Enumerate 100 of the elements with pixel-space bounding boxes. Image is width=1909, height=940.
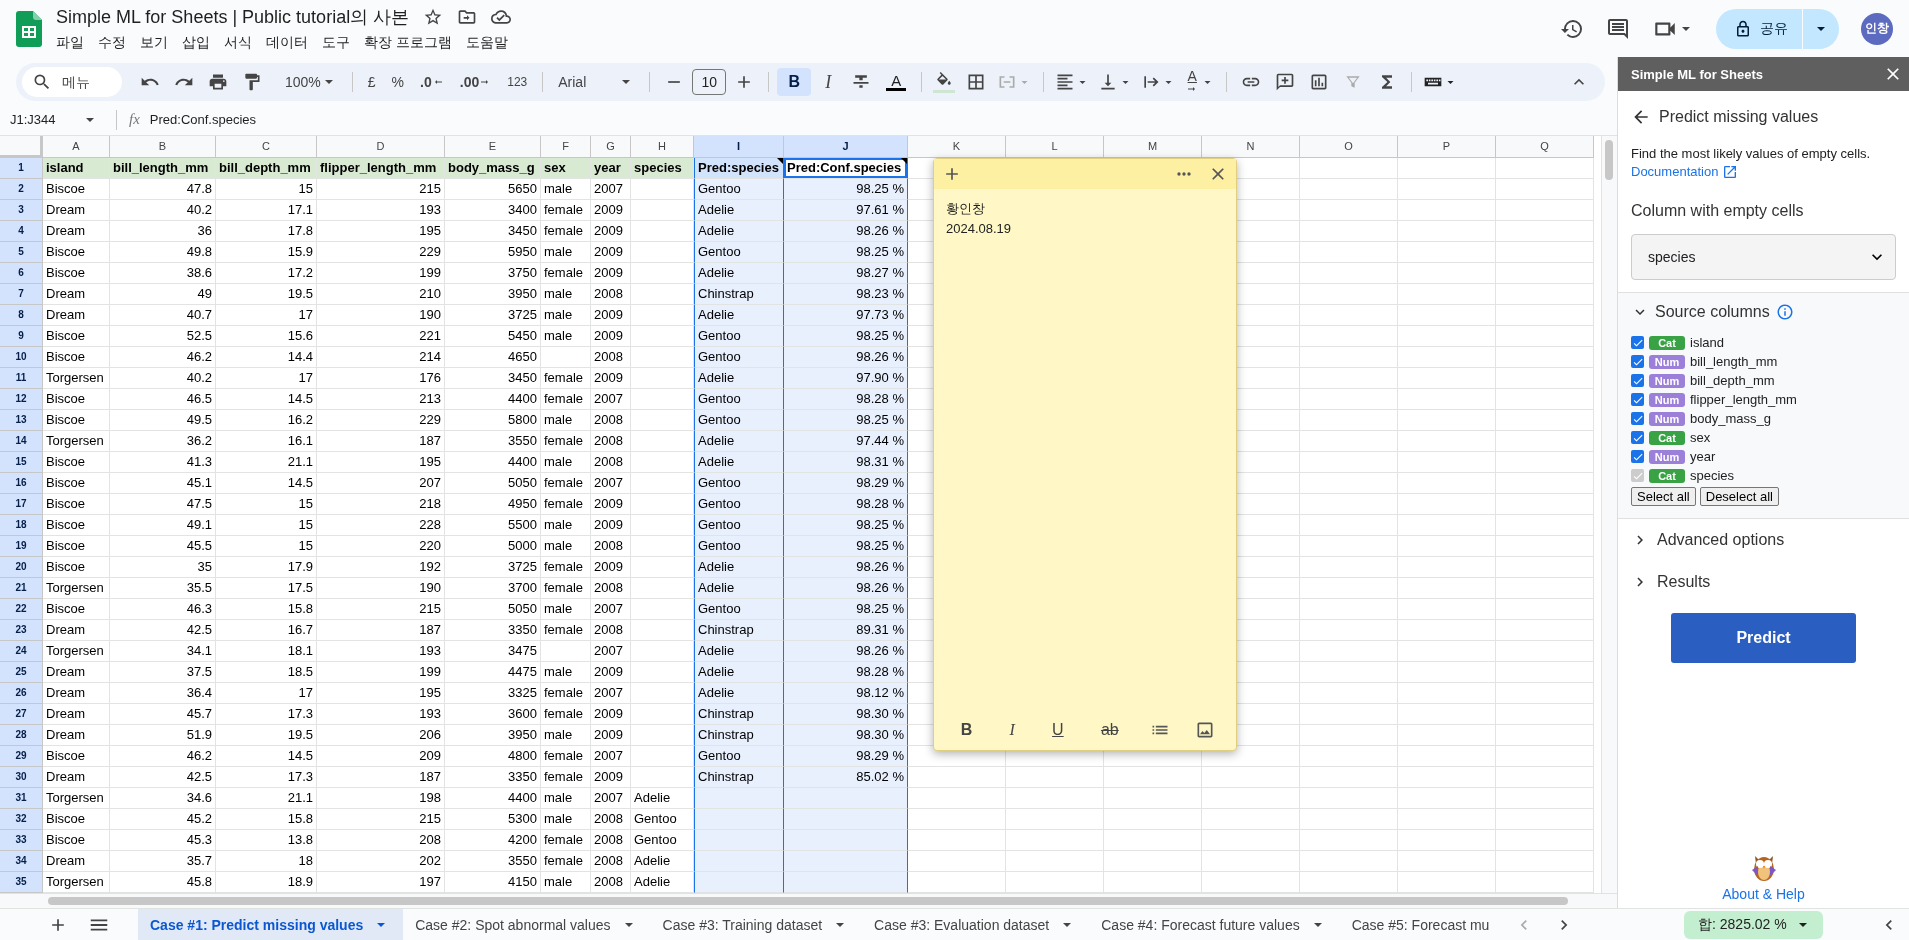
table-cell[interactable]: 3550 [445,851,541,872]
table-cell[interactable]: 98.27 % [784,263,908,284]
table-cell[interactable]: 2008 [591,410,631,431]
table-cell[interactable]: Biscoe [43,515,110,536]
table-cell[interactable]: male [541,410,591,431]
text-rotation-button[interactable]: A [1184,67,1201,97]
table-cell[interactable]: Adelie [694,263,784,284]
table-cell[interactable]: 2008 [591,452,631,473]
table-cell[interactable]: Gentoo [694,515,784,536]
table-cell[interactable]: male [541,179,591,200]
table-cell[interactable] [694,830,784,851]
table-cell[interactable]: 98.26 % [784,557,908,578]
table-cell[interactable]: 5800 [445,410,541,431]
comment-icon[interactable] [1606,16,1630,41]
row-header[interactable]: 34 [0,851,43,872]
row-header[interactable]: 5 [0,242,43,263]
table-cell[interactable]: 187 [317,620,445,641]
table-cell[interactable]: 98.30 % [784,704,908,725]
table-cell[interactable]: male [541,515,591,536]
table-cell[interactable]: Biscoe [43,473,110,494]
table-cell[interactable]: 49.5 [110,410,216,431]
table-cell[interactable]: 2009 [591,263,631,284]
decrease-decimal-button[interactable]: .0 [413,68,451,96]
table-cell[interactable]: 2008 [591,809,631,830]
table-cell[interactable]: female [541,746,591,767]
table-cell[interactable]: 46.2 [110,746,216,767]
table-cell[interactable]: 2007 [591,683,631,704]
row-header[interactable]: 30 [0,767,43,788]
documentation-link[interactable]: Documentation [1631,163,1739,180]
table-cell[interactable]: flipper_length_mm [317,158,445,179]
table-cell[interactable]: 97.73 % [784,305,908,326]
table-cell[interactable]: 195 [317,452,445,473]
table-cell[interactable]: 46.3 [110,599,216,620]
table-cell[interactable]: 218 [317,494,445,515]
table-cell[interactable]: 17.5 [216,578,317,599]
table-cell[interactable]: 193 [317,641,445,662]
table-cell[interactable]: female [541,200,591,221]
user-avatar[interactable]: 인창 [1861,12,1893,45]
deselect-all-button[interactable]: Deselect all [1699,487,1779,506]
row-header[interactable]: 24 [0,641,43,662]
table-cell[interactable]: 215 [317,809,445,830]
table-cell[interactable]: Gentoo [694,536,784,557]
row-header[interactable]: 35 [0,872,43,893]
table-cell[interactable]: male [541,788,591,809]
table-cell[interactable]: 195 [317,683,445,704]
predict-button[interactable]: Predict [1671,613,1856,663]
table-cell[interactable]: 4950 [445,494,541,515]
align-left-icon[interactable] [1055,72,1076,92]
table-cell[interactable]: Biscoe [43,263,110,284]
table-cell[interactable]: 187 [317,431,445,452]
row-header[interactable]: 1 [0,158,43,179]
table-cell[interactable]: 17.8 [216,221,317,242]
table-cell[interactable]: 47.8 [110,179,216,200]
table-cell[interactable]: 98.26 % [784,221,908,242]
table-cell[interactable]: female [541,221,591,242]
table-cell[interactable]: 40.2 [110,200,216,221]
menu-item[interactable]: 도구 [315,30,357,55]
table-cell[interactable]: female [541,389,591,410]
row-header[interactable]: 27 [0,704,43,725]
column-header[interactable]: F [541,136,591,158]
menu-item[interactable]: 삽입 [175,30,217,55]
table-cell[interactable]: Torgersen [43,788,110,809]
table-cell[interactable]: 3600 [445,704,541,725]
table-cell[interactable]: 35.7 [110,851,216,872]
table-cell[interactable]: 5650 [445,179,541,200]
paint-roller-icon[interactable] [242,72,262,92]
table-cell[interactable]: 15 [216,179,317,200]
table-cell[interactable]: 2007 [591,179,631,200]
table-cell[interactable]: 98.25 % [784,599,908,620]
table-cell[interactable]: 2009 [591,305,631,326]
formula-field[interactable]: Pred:Conf.species [149,112,257,127]
table-cell[interactable]: 35.5 [110,578,216,599]
table-cell[interactable]: 40.2 [110,368,216,389]
row-header[interactable]: 9 [0,326,43,347]
table-cell[interactable]: 15 [216,494,317,515]
table-cell[interactable]: Chinstrap [694,704,784,725]
table-cell[interactable]: 209 [317,746,445,767]
row-header[interactable]: 33 [0,830,43,851]
menu-item[interactable]: 확장 프로그램 [357,30,459,55]
table-cell[interactable]: 15.8 [216,809,317,830]
table-cell[interactable]: 17.9 [216,557,317,578]
table-cell[interactable]: 5050 [445,473,541,494]
checkbox[interactable] [1631,431,1644,444]
caret-icon[interactable] [1079,80,1087,84]
table-cell[interactable]: Dream [43,221,110,242]
column-header[interactable]: M [1104,136,1202,158]
row-header[interactable]: 20 [0,557,43,578]
percent-button[interactable]: % [384,68,412,96]
table-cell[interactable] [694,851,784,872]
table-cell[interactable]: 2009 [591,242,631,263]
document-title[interactable]: Simple ML for Sheets | Public tutorial의 사본 [56,4,410,29]
table-cell[interactable]: Gentoo [694,599,784,620]
table-cell[interactable]: 2009 [591,221,631,242]
table-cell[interactable]: 21.1 [216,788,317,809]
table-cell[interactable]: male [541,662,591,683]
table-cell[interactable]: Biscoe [43,536,110,557]
table-cell[interactable]: 52.5 [110,326,216,347]
add-comment-icon[interactable] [1275,72,1296,92]
table-cell[interactable]: Adelie [694,557,784,578]
table-cell[interactable]: male [541,536,591,557]
